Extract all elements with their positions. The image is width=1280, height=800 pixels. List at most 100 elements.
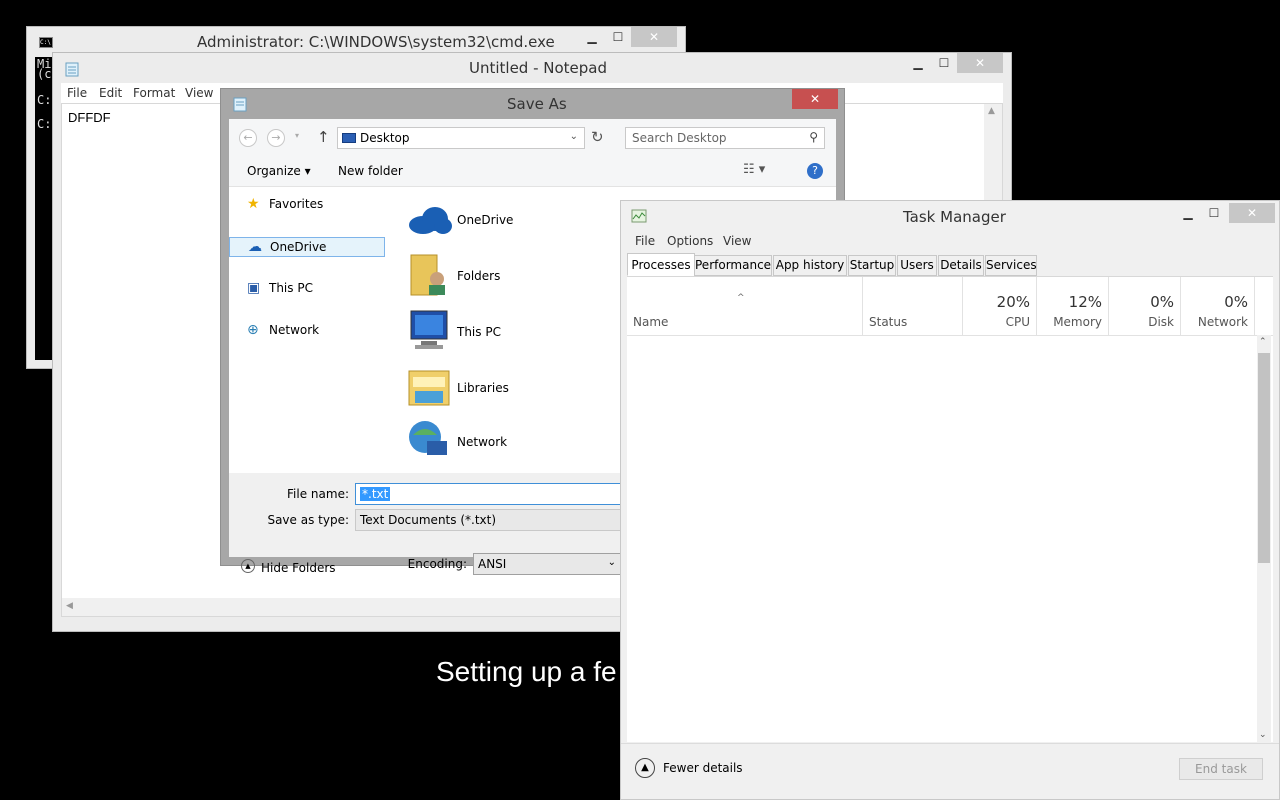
task-manager-icon <box>631 209 647 223</box>
file-label: Network <box>457 435 508 449</box>
end-task-button[interactable]: End task <box>1179 758 1263 780</box>
close-icon[interactable]: ✕ <box>1229 203 1275 223</box>
setup-message: Setting up a fe <box>436 656 617 687</box>
header-divider <box>627 335 1273 336</box>
close-icon[interactable]: ✕ <box>957 53 1003 73</box>
chevron-up-icon[interactable]: ▲ <box>635 758 655 778</box>
fewer-details-button[interactable]: Fewer details <box>663 761 743 775</box>
file-label: Folders <box>457 269 501 283</box>
scroll-up-icon[interactable]: ⌃ <box>1259 337 1267 347</box>
file-item-libraries[interactable]: Libraries <box>405 363 605 413</box>
search-icon[interactable]: ⚲ <box>809 130 818 144</box>
back-arrow-icon[interactable]: ← <box>239 129 257 147</box>
encoding-select[interactable]: ANSI ⌄ <box>473 553 621 575</box>
minimize-icon[interactable]: ▁ <box>1175 203 1201 223</box>
notepad-title: Untitled - Notepad <box>469 59 608 77</box>
menu-edit[interactable]: Edit <box>99 86 122 100</box>
organize-button[interactable]: Organize ▾ <box>247 164 311 178</box>
close-icon[interactable]: ✕ <box>631 27 677 47</box>
network-icon: ⊕ <box>247 322 259 338</box>
nav-label: OneDrive <box>270 240 327 254</box>
file-name-value: *.txt <box>360 487 391 501</box>
close-icon[interactable]: ✕ <box>792 89 838 109</box>
file-name-input[interactable]: *.txt <box>355 483 635 505</box>
tab-startup[interactable]: Startup <box>848 255 896 276</box>
menu-options[interactable]: Options <box>667 234 713 248</box>
scroll-up-icon[interactable]: ▲ <box>988 106 995 116</box>
column-memory[interactable]: 12% Memory <box>1037 277 1109 335</box>
cmd-app-icon: C:\ <box>39 37 53 48</box>
nav-label: This PC <box>269 281 313 295</box>
task-manager-window[interactable]: Task Manager ▁ ☐ ✕ File Options View Pro… <box>620 200 1280 800</box>
column-label: Status <box>869 315 908 329</box>
up-arrow-icon[interactable]: ↑ <box>317 128 330 146</box>
refresh-icon[interactable]: ↻ <box>591 128 604 146</box>
search-input[interactable]: Search Desktop <box>632 131 727 145</box>
computer-icon <box>410 310 448 349</box>
notepad-icon <box>233 97 247 112</box>
maximize-icon[interactable]: ☐ <box>931 53 957 73</box>
tab-app-history[interactable]: App history <box>773 255 847 276</box>
encoding-value: ANSI <box>478 557 507 571</box>
console-line: C: <box>37 93 52 107</box>
file-item-network[interactable]: Network <box>405 417 605 467</box>
tab-users[interactable]: Users <box>897 255 937 276</box>
file-item-folders[interactable]: Folders <box>405 251 605 301</box>
help-icon[interactable]: ? <box>807 163 823 179</box>
vertical-scrollbar[interactable]: ⌃ ⌄ <box>1257 335 1271 742</box>
tab-services[interactable]: Services <box>985 255 1037 276</box>
menu-format[interactable]: Format <box>133 86 175 100</box>
column-disk[interactable]: 0% Disk <box>1109 277 1181 335</box>
memory-percent: 12% <box>1068 293 1102 311</box>
column-name[interactable]: Name <box>627 277 863 335</box>
chevron-down-icon[interactable]: ⌄ <box>570 131 578 142</box>
maximize-icon[interactable]: ☐ <box>605 27 631 47</box>
cmd-title: Administrator: C:\WINDOWS\system32\cmd.e… <box>197 33 555 51</box>
minimize-icon[interactable]: ▁ <box>579 27 605 47</box>
disk-percent: 0% <box>1150 293 1174 311</box>
maximize-icon[interactable]: ☐ <box>1201 203 1227 223</box>
save-as-title: Save As <box>507 95 567 113</box>
column-network[interactable]: 0% Network <box>1181 277 1255 335</box>
nav-this-pc[interactable]: ▣ This PC <box>229 279 385 299</box>
file-item-this-pc[interactable]: This PC <box>405 307 605 357</box>
menu-file[interactable]: File <box>635 234 655 248</box>
hide-folders-button[interactable]: Hide Folders <box>261 561 336 575</box>
menu-file[interactable]: File <box>67 86 87 100</box>
star-icon: ★ <box>247 196 260 212</box>
file-label: OneDrive <box>457 213 514 227</box>
scroll-thumb[interactable] <box>1258 353 1270 563</box>
save-type-select[interactable]: Text Documents (*.txt) <box>355 509 635 531</box>
editor-content: DFFDF <box>68 110 111 125</box>
nav-network[interactable]: ⊕ Network <box>229 321 385 341</box>
menu-view[interactable]: View <box>723 234 751 248</box>
nav-onedrive[interactable]: ☁ OneDrive <box>229 237 385 257</box>
menu-view[interactable]: View <box>185 86 213 100</box>
tab-processes[interactable]: Processes <box>627 253 695 276</box>
scroll-left-icon[interactable]: ◀ <box>66 601 73 611</box>
column-status[interactable]: Status <box>863 277 963 335</box>
address-bar[interactable]: Desktop ⌄ <box>337 127 585 149</box>
file-item-onedrive[interactable]: OneDrive <box>405 195 605 245</box>
footer: ▲ Fewer details End task <box>621 743 1279 799</box>
new-folder-button[interactable]: New folder <box>338 164 403 178</box>
column-label: Network <box>1197 315 1248 329</box>
view-options-icon[interactable]: ☷ ▾ <box>743 162 765 177</box>
forward-arrow-icon[interactable]: → <box>267 129 285 147</box>
nav-label: Favorites <box>269 197 324 211</box>
recent-dropdown-icon[interactable]: ▾ <box>295 131 299 140</box>
tab-details[interactable]: Details <box>938 255 984 276</box>
search-box[interactable]: Search Desktop ⚲ <box>625 127 825 149</box>
user-folder-icon <box>410 254 445 296</box>
library-folder-icon <box>408 370 450 406</box>
tab-performance[interactable]: Performance <box>694 255 772 276</box>
cloud-icon <box>409 207 452 234</box>
nav-favorites[interactable]: ★ Favorites <box>229 195 385 215</box>
scroll-down-icon[interactable]: ⌄ <box>1259 730 1267 740</box>
minimize-icon[interactable]: ▁ <box>905 53 931 73</box>
notepad-icon <box>65 62 79 77</box>
column-cpu[interactable]: 20% CPU <box>963 277 1037 335</box>
chevron-up-icon[interactable]: ▲ <box>241 559 255 573</box>
chevron-down-icon[interactable]: ⌄ <box>608 557 616 568</box>
process-table: ^ Name Status 20% CPU 12% Memory 0% Disk… <box>627 276 1273 742</box>
